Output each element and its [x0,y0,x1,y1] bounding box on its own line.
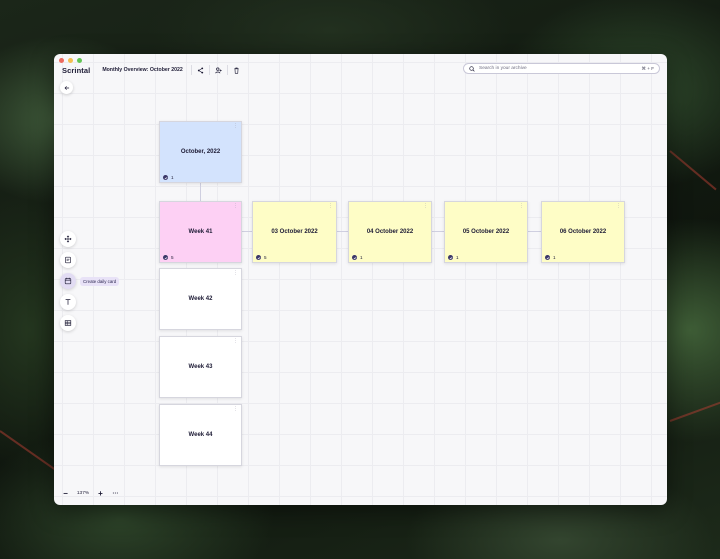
share-button[interactable] [194,64,207,77]
card-connector [200,183,201,202]
search-icon [469,65,475,72]
toolbar-divider [190,65,192,75]
card-menu-icon[interactable]: ⋮ [233,124,238,129]
check-icon [352,255,357,260]
tool-rail: Create daily card [60,231,120,331]
card-title: 03 October 2022 [271,229,318,235]
card-linked-count: 1 [448,255,459,260]
toolbar-divider [208,65,210,75]
add-table-button[interactable] [60,315,76,331]
tooltip: Create daily card [80,277,120,286]
month-card[interactable]: ⋮ October, 2022 1 [159,121,242,183]
card-title: 04 October 2022 [366,229,414,235]
card-title: October, 2022 [180,149,221,155]
zoom-controls: − 137% + ··· [60,488,121,499]
check-icon [256,255,261,260]
share-icon [197,66,203,74]
app-logo[interactable]: Scrintal [62,66,90,75]
count-value: 1 [171,175,174,180]
card-menu-icon[interactable]: ⋮ [519,204,524,209]
card-menu-icon[interactable]: ⋮ [616,204,621,209]
collaborators-button[interactable] [212,64,225,77]
count-value: 5 [264,255,267,260]
day-card[interactable]: ⋮ 04 October 2022 1 [348,201,432,263]
week-card[interactable]: ⋮ Week 42 [159,268,242,330]
move-icon [64,235,72,243]
card-linked-count: 1 [352,255,363,260]
card-menu-icon[interactable]: ⋮ [233,271,238,276]
trash-icon [234,67,239,74]
check-icon [163,175,168,180]
delete-button[interactable] [230,64,243,77]
canvas-grid[interactable] [54,54,667,505]
top-toolbar: Scrintal Monthly Overview: October 2022 [62,63,243,77]
count-value: 5 [171,255,174,260]
card-menu-icon[interactable]: ⋮ [233,339,238,344]
card-menu-icon[interactable]: ⋮ [233,204,238,209]
day-card[interactable]: ⋮ 06 October 2022 1 [541,201,625,263]
count-value: 1 [553,255,556,260]
arrow-left-icon [64,85,69,90]
calendar-icon [64,277,72,285]
board-title[interactable]: Monthly Overview: October 2022 [102,67,182,73]
card-icon [65,256,71,264]
card-menu-icon[interactable]: ⋮ [328,204,333,209]
add-card-button[interactable] [60,252,76,268]
move-tool-button[interactable] [60,231,76,247]
card-title: Week 43 [188,364,213,370]
card-linked-count: 5 [163,255,174,260]
card-linked-count: 1 [545,255,556,260]
zoom-out-button[interactable]: − [60,488,71,499]
week-card[interactable]: ⋮ Week 44 [159,404,242,466]
check-icon [545,255,550,260]
check-icon [163,255,168,260]
check-icon [448,255,453,260]
app-window: Scrintal Monthly Overview: October 2022 … [54,54,667,505]
more-options-button[interactable]: ··· [110,488,121,499]
day-card[interactable]: ⋮ 05 October 2022 1 [444,201,528,263]
text-icon [65,299,71,305]
card-title: 05 October 2022 [462,229,510,235]
search-shortcut: ⌘ + F [641,65,654,71]
user-add-icon [215,66,222,73]
count-value: 1 [456,255,459,260]
week-card[interactable]: ⋮ Week 43 [159,336,242,398]
day-card[interactable]: ⋮ 03 October 2022 5 [252,201,337,263]
zoom-level[interactable]: 137% [75,491,91,496]
count-value: 1 [360,255,363,260]
card-title: Week 44 [188,432,213,438]
create-daily-card-button[interactable]: Create daily card [60,273,120,289]
card-title: Week 42 [188,296,213,302]
week-card[interactable]: ⋮ Week 41 5 [159,201,242,263]
card-title: 06 October 2022 [559,229,607,235]
card-title: Week 41 [188,229,213,235]
card-menu-icon[interactable]: ⋮ [423,204,428,209]
toolbar-divider [226,65,228,75]
table-icon [64,320,72,326]
back-button[interactable] [60,81,73,94]
card-menu-icon[interactable]: ⋮ [233,407,238,412]
card-linked-count: 5 [256,255,267,260]
search-placeholder: Search in your archive [479,66,527,71]
add-text-button[interactable] [60,294,76,310]
card-linked-count: 1 [163,175,174,180]
card-connector [528,231,541,232]
search-bar[interactable]: Search in your archive ⌘ + F [463,63,660,74]
zoom-in-button[interactable]: + [95,488,106,499]
